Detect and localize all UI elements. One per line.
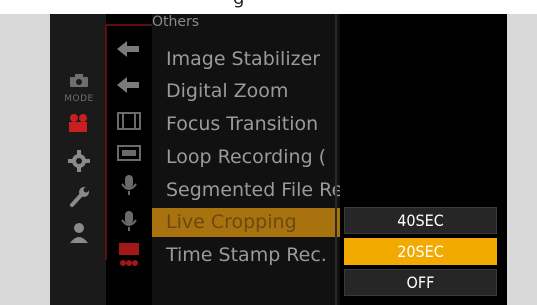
menu-item-digital-zoom[interactable]: Digital Zoom	[152, 77, 340, 106]
others-icon	[117, 241, 141, 269]
subtab-others[interactable]	[111, 240, 147, 270]
subtab-focus[interactable]	[111, 70, 147, 100]
menu-item-image-stabilizer[interactable]: Image Stabilizer	[152, 45, 340, 74]
menu-list: Others Image Stabilizer Digital Zoom Foc…	[152, 14, 340, 305]
menu-item-live-cropping[interactable]: Live Cropping	[152, 208, 340, 237]
tab-custom[interactable]	[56, 144, 102, 178]
option-40sec[interactable]: 40SEC	[344, 207, 497, 234]
gear-icon	[68, 150, 90, 172]
menu-item-focus-transition[interactable]: Focus Transition	[152, 110, 340, 139]
section-title: Others	[152, 14, 200, 30]
top-strip: g	[0, 0, 537, 14]
subtab-audio-2[interactable]	[111, 206, 147, 236]
camera-menu-screen: MODE Others Image Stabilizer Digital Zoo…	[50, 14, 507, 305]
menu-item-time-stamp-rec[interactable]: Time Stamp Rec.	[152, 241, 340, 270]
microphone-icon	[120, 174, 138, 196]
tab-setup[interactable]	[56, 180, 102, 214]
right-margin	[507, 14, 537, 305]
video-camera-icon	[67, 113, 91, 133]
option-off[interactable]: OFF	[344, 269, 497, 296]
menu-item-segmented-file[interactable]: Segmented File Re	[152, 176, 340, 205]
wrench-icon	[68, 186, 90, 208]
option-20sec[interactable]: 20SEC	[344, 238, 497, 265]
arrow-left-icon	[117, 76, 141, 94]
subtab-monitor[interactable]	[111, 138, 147, 168]
menu-item-loop-recording[interactable]: Loop Recording (	[152, 143, 340, 172]
left-margin	[0, 14, 50, 305]
tab-mode[interactable]: MODE	[56, 72, 102, 106]
monitor-icon	[117, 144, 141, 162]
partial-title: g	[233, 0, 244, 9]
subtab-audio[interactable]	[111, 170, 147, 200]
person-icon	[68, 222, 90, 244]
option-list: 40SEC 20SEC OFF	[344, 207, 497, 300]
arrow-left-icon	[117, 40, 141, 58]
subtab-column	[107, 14, 151, 305]
menu-tab-column: MODE	[50, 14, 106, 305]
film-icon	[117, 112, 141, 130]
tab-mode-label: MODE	[64, 94, 94, 104]
subtab-image-format[interactable]	[111, 34, 147, 64]
microphone-icon	[120, 210, 138, 232]
tab-my-menu[interactable]	[56, 216, 102, 250]
tab-video[interactable]	[56, 106, 102, 140]
camera-icon	[69, 74, 89, 88]
panel-divider	[335, 14, 337, 305]
subtab-film[interactable]	[111, 106, 147, 136]
